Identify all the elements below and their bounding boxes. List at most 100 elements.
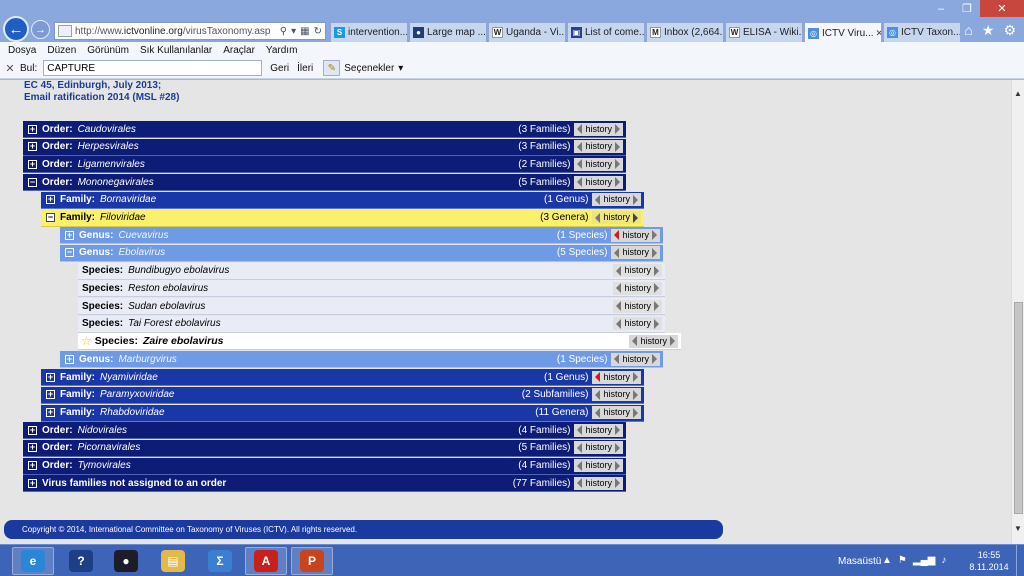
search-icon[interactable]: ⚲	[280, 26, 287, 37]
taskbar-app[interactable]: A	[245, 547, 287, 575]
find-options-button[interactable]: ✎ Seçenekler ▾	[323, 60, 403, 76]
dropdown-icon[interactable]: ▾	[291, 26, 296, 37]
expand-icon[interactable]: +	[28, 425, 37, 435]
tree-row-family[interactable]: + Family: Rhabdoviridae (11 Genera) history	[41, 404, 644, 422]
taskbar-app[interactable]: P	[291, 547, 333, 575]
taxon-name[interactable]: Nidovirales	[78, 422, 127, 439]
scroll-down-icon[interactable]: ▼	[1014, 524, 1022, 533]
browser-tab[interactable]: ▣ List of come...	[567, 22, 645, 42]
tree-row-species[interactable]: Species: Bundibugyo ebolavirus history	[78, 262, 665, 280]
home-icon[interactable]: ⌂	[964, 22, 972, 39]
close-find-icon[interactable]: ✕	[0, 62, 20, 75]
tree-row-order[interactable]: + Order: Nidovirales (4 Families) history	[23, 422, 626, 440]
expand-icon[interactable]: +	[28, 443, 37, 453]
history-next-icon[interactable]	[654, 318, 659, 329]
history-button[interactable]: history	[592, 370, 641, 384]
history-previous-icon[interactable]	[616, 318, 622, 329]
find-input[interactable]	[43, 60, 263, 76]
collapse-icon[interactable]: −	[46, 213, 55, 222]
history-button[interactable]: history	[611, 352, 660, 366]
history-previous-icon[interactable]	[577, 141, 583, 152]
favorites-star-icon[interactable]: ★	[982, 22, 995, 39]
scroll-thumb[interactable]	[1014, 302, 1023, 514]
tree-row-species[interactable]: Species: Sudan ebolavirus history	[78, 298, 665, 315]
history-previous-icon[interactable]	[595, 194, 601, 205]
expand-icon[interactable]: +	[28, 124, 37, 134]
history-next-icon[interactable]	[654, 283, 659, 294]
history-button[interactable]: history	[613, 281, 662, 295]
tree-row-species[interactable]: Species: Tai Forest ebolavirus history	[78, 315, 665, 333]
taxon-name[interactable]: Sudan ebolavirus	[128, 298, 205, 315]
tree-row-order[interactable]: + Order: Herpesvirales (3 Families) history	[23, 138, 626, 156]
forward-button[interactable]: →	[31, 20, 50, 39]
expand-icon[interactable]: +	[46, 390, 55, 400]
taxon-name[interactable]: Tai Forest ebolavirus	[128, 315, 220, 332]
browser-tab[interactable]: W Uganda - Vi...	[488, 22, 566, 42]
tree-row-family[interactable]: + Family: Bornaviridae (1 Genus) history	[41, 191, 644, 209]
history-next-icon[interactable]	[615, 460, 620, 471]
history-button[interactable]: history	[613, 299, 662, 313]
menu-view[interactable]: Görünüm	[87, 45, 129, 56]
history-previous-icon[interactable]	[577, 478, 583, 489]
taxon-name[interactable]: Bundibugyo ebolavirus	[128, 262, 229, 279]
history-previous-icon[interactable]	[614, 354, 620, 365]
tree-row-genus[interactable]: + Genus: Marburgvirus (1 Species) history	[60, 351, 663, 369]
back-button[interactable]: ←	[3, 16, 29, 42]
history-next-icon[interactable]	[633, 212, 638, 223]
taskbar-app[interactable]: ●	[105, 547, 147, 575]
taxon-name[interactable]: Tymovirales	[78, 457, 131, 474]
history-previous-icon[interactable]	[577, 159, 583, 170]
refresh-icon[interactable]: ↻	[314, 26, 322, 37]
menu-edit[interactable]: Düzen	[47, 45, 76, 56]
history-button[interactable]: history	[611, 228, 660, 242]
volume-icon[interactable]: ♪	[941, 555, 946, 566]
history-previous-icon[interactable]	[614, 247, 620, 258]
history-button[interactable]: history	[574, 476, 623, 490]
show-desktop-button[interactable]	[1016, 545, 1024, 576]
taxon-name[interactable]: Marburgvirus	[118, 351, 176, 368]
history-next-icon[interactable]	[652, 230, 657, 241]
history-next-icon[interactable]	[615, 425, 620, 436]
tree-row-order[interactable]: + Order: Tymovirales (4 Families) history	[23, 457, 626, 475]
history-button[interactable]: history	[629, 334, 678, 348]
browser-tab[interactable]: M Inbox (2,664...	[646, 22, 724, 42]
menu-help[interactable]: Yardım	[266, 45, 298, 56]
menu-favorites[interactable]: Sık Kullanılanlar	[140, 45, 212, 56]
history-previous-icon[interactable]	[577, 425, 583, 436]
history-previous-icon[interactable]	[632, 336, 638, 347]
close-tab-icon[interactable]: ✕	[874, 28, 882, 39]
browser-tab[interactable]: W ELISA - Wiki...	[725, 22, 803, 42]
history-button[interactable]: history	[613, 317, 662, 331]
find-next-button[interactable]: İleri	[297, 63, 313, 74]
history-button[interactable]: history	[611, 246, 660, 260]
expand-icon[interactable]: +	[65, 230, 74, 240]
collapse-icon[interactable]: −	[28, 177, 37, 187]
expand-icon[interactable]: +	[28, 461, 37, 471]
taskbar-app[interactable]: e	[12, 547, 54, 575]
tree-row-order[interactable]: − Order: Mononegavirales (5 Families) histor…	[23, 174, 626, 192]
expand-icon[interactable]: +	[46, 372, 55, 382]
vertical-scrollbar[interactable]: ▲ ▼	[1011, 80, 1024, 544]
history-button[interactable]: history	[574, 441, 623, 455]
tree-row-species[interactable]: ☆ Species: Zaire ebolavirus history	[78, 333, 681, 351]
history-button[interactable]: history	[574, 140, 623, 154]
browser-tab[interactable]: ● Large map ...	[409, 22, 487, 42]
history-next-icon[interactable]	[633, 389, 638, 400]
history-previous-icon[interactable]	[595, 407, 601, 418]
history-button[interactable]: history	[592, 193, 641, 207]
history-previous-icon[interactable]	[616, 265, 622, 276]
scroll-up-icon[interactable]: ▲	[1014, 89, 1022, 98]
history-next-icon[interactable]	[670, 336, 675, 347]
tree-row-genus[interactable]: + Genus: Cuevavirus (1 Species) history	[60, 227, 663, 245]
history-previous-icon[interactable]	[595, 372, 601, 383]
expand-icon[interactable]: +	[28, 142, 37, 152]
taskbar-app[interactable]: ▤	[152, 547, 194, 575]
history-next-icon[interactable]	[652, 354, 657, 365]
taxon-name[interactable]: Reston ebolavirus	[128, 280, 208, 297]
history-button[interactable]: history	[574, 459, 623, 473]
tree-row-family[interactable]: + Family: Paramyxoviridae (2 Subfamilies) hi…	[41, 386, 644, 404]
close-window-button[interactable]: ✕	[980, 0, 1024, 17]
find-previous-button[interactable]: Geri	[270, 63, 289, 74]
taxon-name[interactable]: Caudovirales	[78, 121, 136, 138]
highlight-icon[interactable]: ✎	[323, 60, 341, 76]
